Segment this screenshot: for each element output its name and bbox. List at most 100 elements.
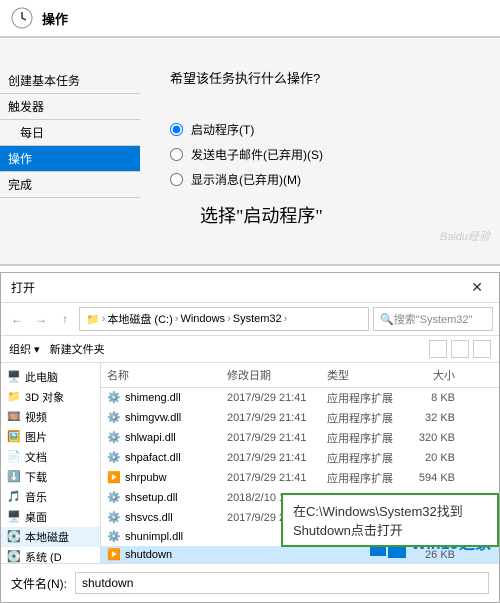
- open-file-dialog: 打开 ✕ ← → ↑ 📁 › 本地磁盘 (C:) › Windows › Sys…: [0, 272, 500, 603]
- file-row[interactable]: ⚙️shimgvw.dll2017/9/29 21:41应用程序扩展32 KB: [101, 408, 499, 428]
- tree-label: 3D 对象: [25, 389, 64, 405]
- breadcrumb-part[interactable]: System32: [233, 313, 282, 325]
- file-name: shlwapi.dll: [125, 432, 176, 444]
- sidebar-item-finish[interactable]: 完成: [0, 172, 140, 198]
- file-date: 2017/9/29 21:41: [221, 471, 321, 485]
- breadcrumb[interactable]: 📁 › 本地磁盘 (C:) › Windows › System32 ›: [79, 307, 369, 331]
- file-row[interactable]: ⚙️ shimeng.dll 2017/9/29 21:41应用程序扩展8 KB: [101, 388, 499, 408]
- file-type: 应用程序扩展: [321, 449, 401, 467]
- up-arrow-icon[interactable]: ↑: [55, 309, 75, 329]
- file-icon: ⚙️: [107, 411, 121, 425]
- tree-label: 本地磁盘: [25, 529, 69, 545]
- close-icon[interactable]: ✕: [465, 279, 489, 296]
- pc-icon: 🖥️: [7, 370, 21, 384]
- breadcrumb-part[interactable]: 本地磁盘 (C:): [107, 311, 172, 327]
- sidebar-item-action[interactable]: 操作: [0, 146, 140, 172]
- tree-label: 音乐: [25, 489, 47, 505]
- tree-item[interactable]: 📄文档: [1, 447, 100, 467]
- video-icon: 🎞️: [7, 410, 21, 424]
- file-icon: ⚙️: [107, 391, 121, 405]
- file-icon: ⚙️: [107, 511, 121, 525]
- tree-item[interactable]: 📁3D 对象: [1, 387, 100, 407]
- tree-label: 文档: [25, 449, 47, 465]
- tree-item[interactable]: 💽本地磁盘: [1, 527, 100, 547]
- file-date: 2017/9/29 21:41: [221, 411, 321, 425]
- file-type: 应用程序扩展: [321, 389, 401, 407]
- radio-input[interactable]: [170, 148, 183, 161]
- file-size: 20 KB: [401, 451, 461, 465]
- sidebar-item-trigger[interactable]: 触发器: [0, 94, 140, 120]
- panel-title: 操作: [42, 9, 68, 28]
- clock-icon: [10, 6, 34, 30]
- col-date[interactable]: 修改日期: [221, 363, 321, 387]
- view-icon[interactable]: [429, 340, 447, 358]
- panel-header: 操作: [0, 0, 500, 38]
- search-placeholder: 搜索"System32": [394, 311, 473, 327]
- filename-bar: 文件名(N):: [1, 563, 499, 602]
- file-icon: ⚙️: [107, 431, 121, 445]
- action-radio-group: 启动程序(T) 发送电子邮件(已弃用)(S) 显示消息(已弃用)(M): [170, 117, 500, 192]
- file-icon: ▶️: [107, 471, 121, 485]
- tree-label: 图片: [25, 429, 47, 445]
- file-row[interactable]: ⚙️shlwapi.dll2017/9/29 21:41应用程序扩展320 KB: [101, 428, 499, 448]
- task-scheduler-panel: 操作 创建基本任务 触发器 每日 操作 完成 希望该任务执行什么操作? 启动程序…: [0, 0, 500, 266]
- tree-label: 系统 (D: [25, 549, 62, 563]
- filename-input[interactable]: [75, 572, 489, 594]
- wizard-sidebar: 创建基本任务 触发器 每日 操作 完成: [0, 68, 140, 228]
- back-arrow-icon[interactable]: ←: [7, 309, 27, 329]
- file-size: 32 KB: [401, 411, 461, 425]
- file-size: 320 KB: [401, 431, 461, 445]
- filename-label: 文件名(N):: [11, 575, 67, 592]
- file-name: shutdown: [125, 549, 172, 561]
- dialog-title: 打开: [11, 279, 35, 296]
- forward-arrow-icon[interactable]: →: [31, 309, 51, 329]
- tree-item[interactable]: 🖥️桌面: [1, 507, 100, 527]
- radio-input[interactable]: [170, 173, 183, 186]
- radio-send-email[interactable]: 发送电子邮件(已弃用)(S): [170, 142, 500, 167]
- new-folder-button[interactable]: 新建文件夹: [50, 341, 105, 357]
- tree-item[interactable]: 💽系统 (D: [1, 547, 100, 563]
- nav-tree: 🖥️ 此电脑 📁3D 对象 🎞️ 视频 🖼️ 图片 📄文档 ⬇️ 下载 🎵音乐🖥️桌面💽本地磁盘💽系…: [1, 363, 101, 563]
- file-name: shpafact.dll: [125, 452, 181, 464]
- search-input[interactable]: 🔍 搜索"System32": [373, 307, 493, 331]
- file-name: shimeng.dll: [125, 392, 181, 404]
- file-name: shsvcs.dll: [125, 512, 173, 524]
- tree-item[interactable]: ⬇️ 下载: [1, 467, 100, 487]
- col-name[interactable]: 名称: [101, 363, 221, 387]
- file-size: 594 KB: [401, 471, 461, 485]
- sidebar-item-create[interactable]: 创建基本任务: [0, 68, 140, 94]
- tree-label: 此电脑: [25, 369, 58, 385]
- radio-input[interactable]: [170, 123, 183, 136]
- file-size: 8 KB: [401, 391, 461, 405]
- radio-label: 发送电子邮件(已弃用)(S): [191, 146, 323, 163]
- file-header: 名称 修改日期 类型 大小: [101, 363, 499, 388]
- tree-label: 视频: [25, 409, 47, 425]
- file-date: 2017/9/29 21:41: [221, 391, 321, 405]
- help-icon[interactable]: [473, 340, 491, 358]
- image-icon: 🖼️: [7, 430, 21, 444]
- toolbar: 组织 ▾ 新建文件夹: [1, 336, 499, 363]
- organize-button[interactable]: 组织 ▾: [9, 341, 40, 357]
- instruction-callout: 在C:\Windows\System32找到Shutdown点击打开: [281, 493, 499, 547]
- tree-item[interactable]: 🖼️ 图片: [1, 427, 100, 447]
- file-icon: ⚙️: [107, 530, 121, 544]
- tree-label: 下载: [25, 469, 47, 485]
- radio-start-program[interactable]: 启动程序(T): [170, 117, 500, 142]
- tree-item[interactable]: 🖥️ 此电脑: [1, 367, 100, 387]
- col-type[interactable]: 类型: [321, 363, 401, 387]
- radio-show-message[interactable]: 显示消息(已弃用)(M): [170, 167, 500, 192]
- dialog-titlebar: 打开 ✕: [1, 273, 499, 303]
- tree-label: 桌面: [25, 509, 47, 525]
- file-row[interactable]: ⚙️shpafact.dll2017/9/29 21:41应用程序扩展20 KB: [101, 448, 499, 468]
- tree-item[interactable]: 🎞️ 视频: [1, 407, 100, 427]
- tree-item[interactable]: 🎵音乐: [1, 487, 100, 507]
- breadcrumb-part[interactable]: Windows: [180, 313, 225, 325]
- sidebar-item-daily[interactable]: 每日: [0, 120, 140, 146]
- radio-label: 启动程序(T): [191, 121, 254, 138]
- file-type: 应用程序扩展: [321, 409, 401, 427]
- file-row[interactable]: ▶️shrpubw2017/9/29 21:41应用程序扩展594 KB: [101, 468, 499, 488]
- col-size[interactable]: 大小: [401, 363, 461, 387]
- download-icon: ⬇️: [7, 470, 21, 484]
- preview-icon[interactable]: [451, 340, 469, 358]
- file-icon: ▶️: [107, 548, 121, 562]
